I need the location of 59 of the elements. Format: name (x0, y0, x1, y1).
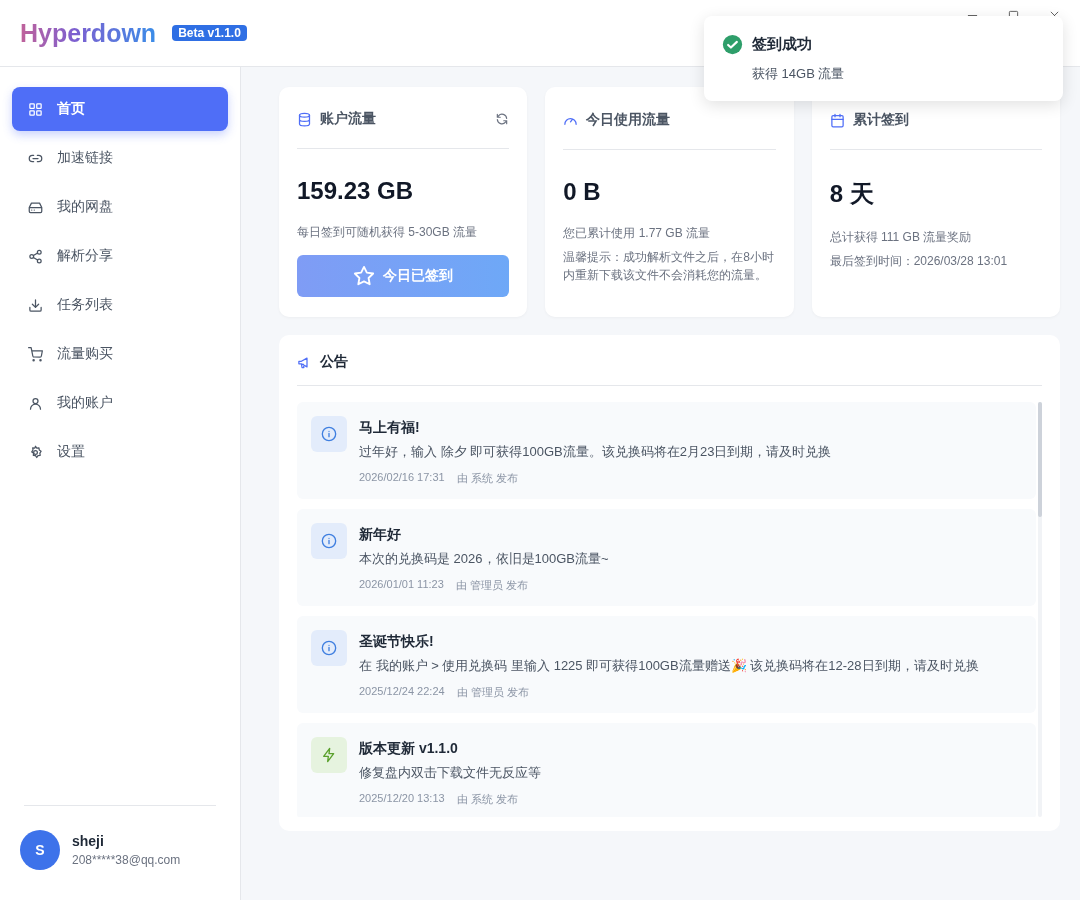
scrollbar[interactable] (1038, 402, 1042, 817)
grid-icon (28, 101, 43, 117)
post-date: 2026/01/01 11:23 (359, 578, 444, 592)
announcement-text: 在 我的账户 > 使用兑换码 里输入 1225 即可获得100GB流量赠送🎉 该兑换码将在12-28日到期，请及时兑换 (359, 657, 979, 675)
card-note: 温馨提示：成功解析文件之后，在8小时内重新下载该文件不会消耗您的流量。 (563, 249, 775, 284)
star-icon (353, 264, 376, 287)
database-icon (297, 111, 312, 127)
card-title: 账户流量 (320, 110, 376, 129)
calendar-icon (829, 112, 845, 128)
post-author: 由 管理员 发布 (456, 685, 529, 700)
nav-item[interactable]: 设置 (12, 430, 228, 474)
info-icon (311, 630, 347, 666)
post-author: 由 系统 发布 (456, 471, 518, 486)
info-icon (311, 523, 347, 559)
nav-item[interactable]: 任务列表 (12, 283, 228, 327)
settings-icon (28, 444, 43, 460)
version-badge: Beta v1.1.0 (172, 25, 247, 41)
stat-value: 0 B (563, 178, 602, 206)
post-author: 由 管理员 发布 (455, 578, 528, 593)
toast-title: 签到成功 (752, 35, 812, 54)
panel-title: 公告 (320, 353, 348, 371)
post-date: 2025/12/20 13:13 (359, 792, 445, 806)
post-author: 由 系统 发布 (456, 792, 518, 807)
nav-item[interactable]: 流量购买 (12, 332, 228, 376)
announcement-title: 新年好 (359, 526, 402, 544)
announcement-title: 圣诞节快乐! (359, 633, 435, 651)
toast-message: 获得 14GB 流量 (751, 65, 846, 83)
share-icon (28, 248, 43, 264)
post-date: 2026/02/16 17:31 (359, 471, 445, 485)
nav-item[interactable]: 首页 (12, 87, 228, 131)
nav-item[interactable]: 加速链接 (12, 136, 228, 180)
card-title: 今日使用流量 (586, 111, 671, 129)
announcement-title: 版本更新 v1.1.0 (359, 740, 459, 758)
cart-icon (28, 346, 43, 362)
nav-item[interactable]: 我的账户 (12, 381, 228, 425)
nav-item[interactable]: 我的网盘 (12, 185, 228, 229)
hard-drive-icon (28, 199, 43, 215)
lightning-icon (311, 737, 347, 773)
card-note: 总计获得 111 GB 流量奖励 (829, 229, 973, 246)
success-icon (722, 34, 743, 55)
user-avatar: S (20, 830, 60, 870)
user-email: 208*****38@qq.com (72, 853, 181, 867)
announcement-title: 马上有福! (359, 419, 421, 437)
user-icon (28, 395, 43, 411)
announcement-text: 过年好，输入 除夕 即可获得100GB流量。该兑换码将在2月23日到期，请及时兑换 (359, 443, 832, 461)
post-date: 2025/12/24 22:24 (359, 685, 445, 699)
card-note: 每日签到可随机获得 5-30GB 流量 (297, 223, 479, 241)
info-icon (311, 416, 347, 452)
stat-value: 159.23 GB (297, 176, 415, 205)
download-icon (28, 297, 43, 313)
nav-item[interactable]: 解析分享 (12, 234, 228, 278)
user-name: sheji (72, 833, 105, 849)
refresh-icon[interactable] (495, 112, 510, 127)
announcement-text: 本次的兑换码是 2026，依旧是100GB流量~ (359, 550, 609, 568)
card-note: 最后签到时间：2026/03/28 13:01 (829, 253, 1009, 270)
card-note: 您已累计使用 1.77 GB 流量 (563, 225, 712, 242)
announcement-text: 修复盘内双击下载文件无反应等 (359, 764, 541, 782)
card-title: 累计签到 (852, 111, 909, 129)
stat-value: 8 天 (829, 179, 875, 209)
